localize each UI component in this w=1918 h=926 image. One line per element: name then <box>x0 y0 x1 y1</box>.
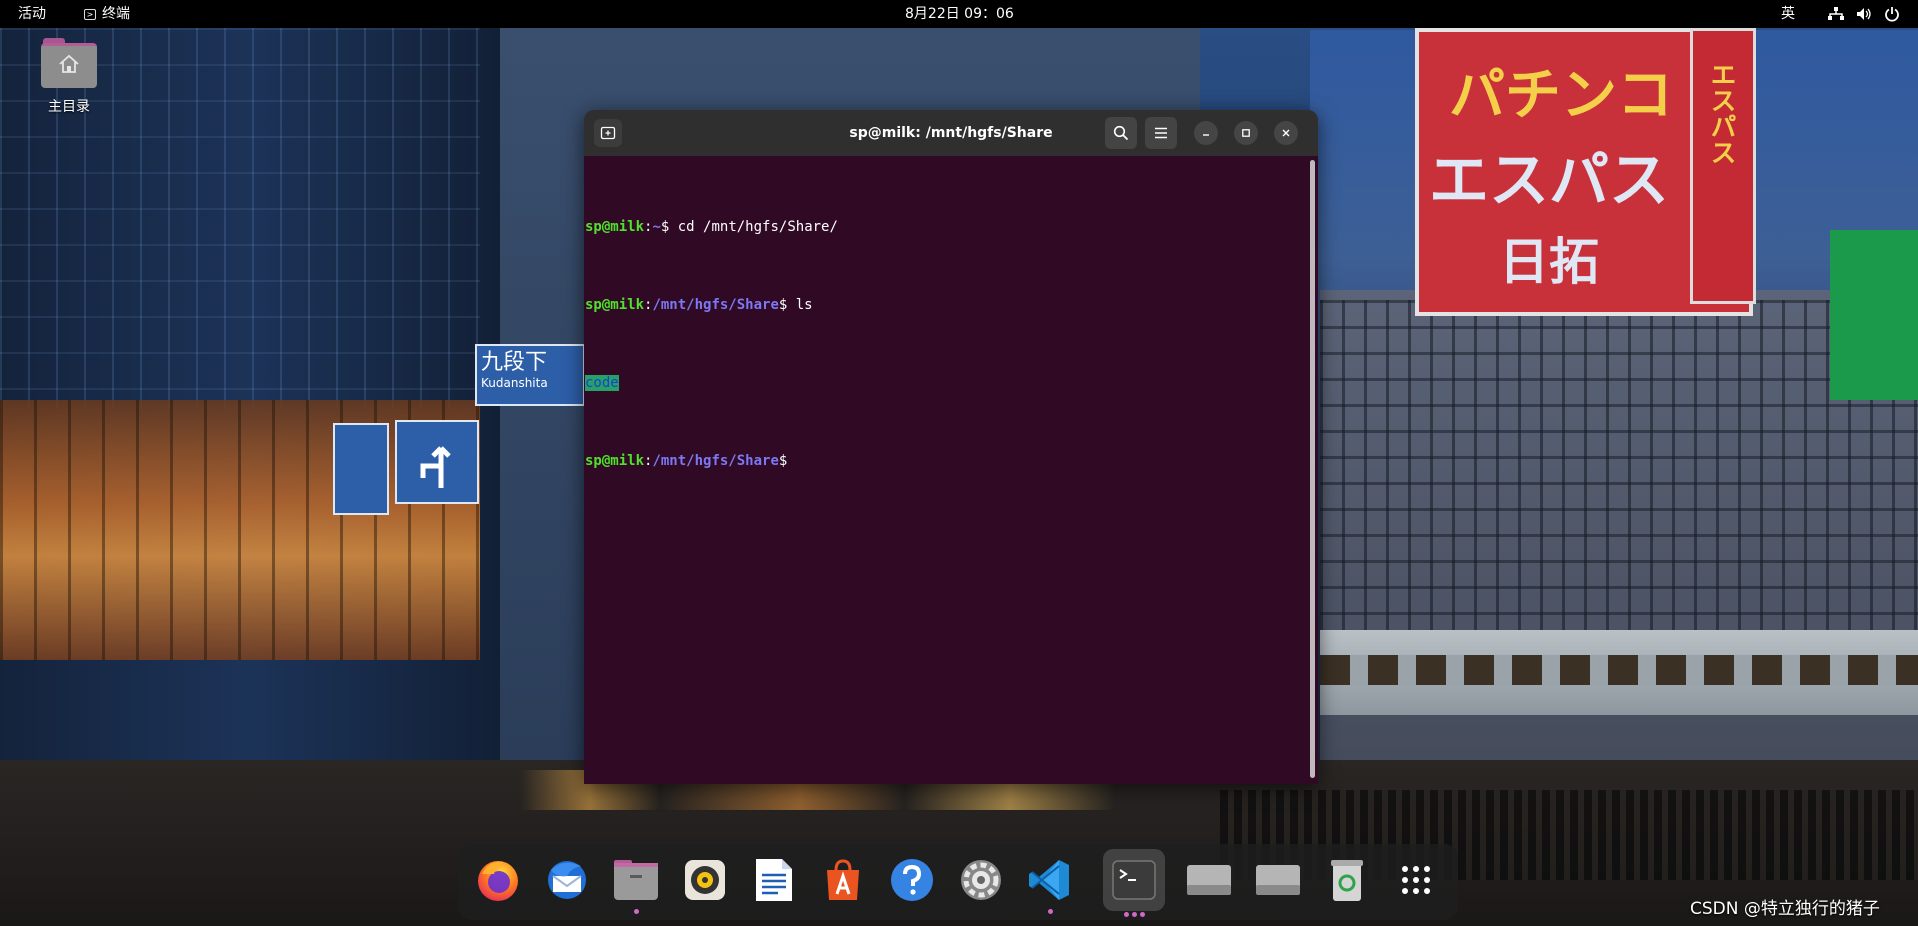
app-grid-icon <box>1402 866 1430 894</box>
terminal-area[interactable]: sp@milk:~$ cd /mnt/hgfs/Share/ sp@milk:/… <box>584 156 1318 784</box>
dock <box>458 844 1458 920</box>
vscode-icon <box>1029 860 1069 900</box>
maximize-icon <box>1242 129 1250 137</box>
window-titlebar[interactable]: sp@milk: /mnt/hgfs/Share <box>584 110 1318 156</box>
terminal-small-icon: > <box>84 8 96 20</box>
dock-firefox[interactable] <box>470 852 526 908</box>
arrow-icon <box>420 446 451 488</box>
dock-vscode[interactable] <box>1022 852 1078 914</box>
running-indicator <box>633 909 639 914</box>
hamburger-icon <box>1155 127 1167 139</box>
dock-app-grid[interactable] <box>1388 852 1444 908</box>
running-indicator <box>1047 909 1053 914</box>
drive-icon <box>1187 865 1231 895</box>
terminal-line: sp@milk:~$ cd /mnt/hgfs/Share/ <box>585 214 838 240</box>
close-icon <box>1282 129 1290 137</box>
drive-icon <box>1256 865 1300 895</box>
wallpaper-windows-right <box>1320 300 1918 630</box>
command-text: ls <box>787 297 813 313</box>
home-folder-desktop-icon[interactable]: 主目录 <box>38 38 100 116</box>
thunderbird-icon <box>548 861 586 899</box>
dock-thunderbird[interactable] <box>539 852 595 908</box>
running-indicator <box>1124 912 1129 917</box>
prompt-user: sp@milk <box>585 219 645 235</box>
prompt-user: sp@milk <box>585 297 645 313</box>
home-icon <box>59 54 79 73</box>
wallpaper-bridge-sign <box>333 423 389 515</box>
volume-icon <box>1857 8 1871 20</box>
folder-icon <box>41 38 97 88</box>
sign-line-3: 日拓 <box>1499 233 1599 291</box>
home-folder-label: 主目录 <box>48 99 90 115</box>
dock-writer[interactable] <box>746 852 802 908</box>
prompt-path: ~ <box>652 219 661 235</box>
prompt-symbol: $ <box>778 453 788 469</box>
minimize-button[interactable] <box>1194 121 1218 145</box>
trash-icon <box>1331 860 1363 901</box>
running-indicator <box>1140 912 1145 917</box>
input-method-button[interactable]: 英 <box>1781 0 1795 28</box>
terminal-line: sp@milk:/mnt/hgfs/Share$ ls <box>585 292 838 318</box>
dock-help[interactable] <box>884 852 940 908</box>
terminal-line: code <box>585 370 838 396</box>
prompt-user: sp@milk <box>585 453 645 469</box>
software-center-icon <box>827 859 859 900</box>
terminal-output: sp@milk:~$ cd /mnt/hgfs/Share/ sp@milk:/… <box>585 162 838 526</box>
new-tab-button[interactable] <box>594 119 622 147</box>
wallpaper-arrow-sign <box>395 420 479 504</box>
dock-trash[interactable] <box>1319 852 1375 908</box>
app-menu-label: 终端 <box>102 6 130 22</box>
dock-terminal[interactable] <box>1103 849 1165 917</box>
sign-line-2: エスパス <box>1429 146 1669 216</box>
terminal-line: sp@milk:/mnt/hgfs/Share$ <box>585 448 838 474</box>
close-button[interactable] <box>1274 121 1298 145</box>
top-bar: 活动 > 终端 8月22日 09：06 英 <box>0 0 1918 28</box>
maximize-button[interactable] <box>1234 121 1258 145</box>
network-icon <box>1828 7 1844 20</box>
dock-software[interactable] <box>815 852 871 908</box>
minimize-icon <box>1203 134 1209 136</box>
wallpaper-side-sign: エスパス <box>1690 28 1756 304</box>
terminal-scrollbar[interactable] <box>1310 160 1315 778</box>
sign-line-1: パチンコ <box>1449 63 1673 128</box>
dock-files[interactable] <box>608 852 664 914</box>
new-tab-icon <box>600 126 616 140</box>
search-icon <box>1113 125 1129 141</box>
street-sign-text: 九段下 <box>481 350 548 375</box>
street-sign-sub: Kudanshita <box>481 376 548 390</box>
search-button[interactable] <box>1105 117 1137 149</box>
clock-button[interactable]: 8月22日 09：06 <box>905 0 1014 28</box>
libreoffice-writer-icon <box>756 859 792 901</box>
system-menu-button[interactable] <box>1828 0 1900 28</box>
power-icon <box>1885 7 1899 22</box>
rhythmbox-icon <box>685 860 725 900</box>
app-menu-button[interactable]: > 终端 <box>84 0 130 28</box>
side-sign-text: エスパス <box>1706 61 1736 165</box>
terminal-icon <box>1112 860 1156 900</box>
dock-settings[interactable] <box>953 852 1009 908</box>
terminal-window: sp@milk: /mnt/hgfs/Share sp@milk:~$ cd /… <box>584 110 1318 784</box>
watermark: CSDN @特立独行的猪子 <box>1690 899 1880 919</box>
dock-drive-1[interactable] <box>1181 852 1237 908</box>
settings-icon <box>961 860 1001 900</box>
wallpaper-green-sign <box>1830 230 1918 400</box>
wallpaper-street-sign: 九段下 Kudanshita <box>475 344 585 406</box>
wallpaper-train-windows <box>1320 655 1918 685</box>
command-text: cd /mnt/hgfs/Share/ <box>669 219 838 235</box>
firefox-icon <box>478 861 518 901</box>
prompt-path: /mnt/hgfs/Share <box>652 453 779 469</box>
directory-entry: code <box>585 375 619 391</box>
activities-button[interactable]: 活动 <box>18 0 46 28</box>
help-icon <box>891 859 933 901</box>
hamburger-menu-button[interactable] <box>1145 117 1177 149</box>
dock-drive-2[interactable] <box>1250 852 1306 908</box>
prompt-path: /mnt/hgfs/Share <box>652 297 779 313</box>
dock-rhythmbox[interactable] <box>677 852 733 908</box>
running-indicator <box>1132 912 1137 917</box>
files-icon <box>614 860 658 900</box>
